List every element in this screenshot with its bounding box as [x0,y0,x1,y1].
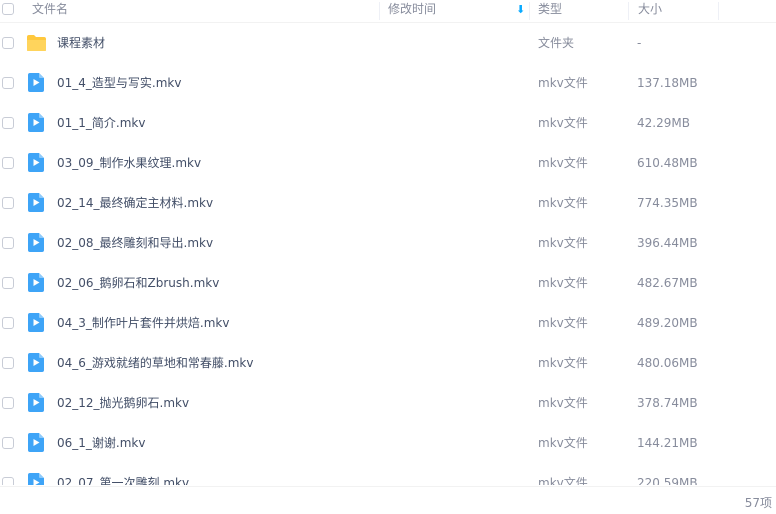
file-type: mkv文件 [538,396,588,410]
file-name[interactable]: 课程素材 [57,35,105,51]
file-row[interactable]: 02_12_抛光鹅卵石.mkv mkv文件 378.74MB [0,383,776,423]
row-checkbox[interactable] [2,277,14,289]
file-type: mkv文件 [538,236,588,250]
file-size: - [637,36,642,50]
file-row[interactable]: 02_08_最终雕刻和导出.mkv mkv文件 396.44MB [0,223,776,263]
file-size: 489.20MB [637,316,698,330]
row-checkbox[interactable] [2,437,14,449]
row-checkbox[interactable] [2,37,14,49]
file-row[interactable]: 课程素材 文件夹 - [0,23,776,63]
file-row[interactable]: 04_3_制作叶片套件并烘焙.mkv mkv文件 489.20MB [0,303,776,343]
row-checkbox[interactable] [2,197,14,209]
file-row[interactable]: 04_6_游戏就绪的草地和常春藤.mkv mkv文件 480.06MB [0,343,776,383]
file-size: 378.74MB [637,396,698,410]
file-size: 482.67MB [637,276,698,290]
video-file-icon [28,433,44,452]
file-name[interactable]: 02_14_最终确定主材料.mkv [57,195,213,211]
file-type: mkv文件 [538,196,588,210]
file-size: 144.21MB [637,436,698,450]
file-type: mkv文件 [538,116,588,130]
file-name[interactable]: 01_1_简介.mkv [57,115,145,131]
file-name[interactable]: 04_3_制作叶片套件并烘焙.mkv [57,315,229,331]
file-row[interactable]: 06_1_谢谢.mkv mkv文件 144.21MB [0,423,776,463]
folder-icon [26,34,47,52]
file-row[interactable]: 01_1_简介.mkv mkv文件 42.29MB [0,103,776,143]
file-list-header: 文件名 修改时间 ⬇ 类型 大小 [0,0,776,23]
file-type: mkv文件 [538,356,588,370]
file-type: mkv文件 [538,76,588,90]
file-type: mkv文件 [538,276,588,290]
file-size: 610.48MB [637,156,698,170]
file-name[interactable]: 03_09_制作水果纹理.mkv [57,155,201,171]
file-row[interactable]: 02_14_最终确定主材料.mkv mkv文件 774.35MB [0,183,776,223]
file-type: 文件夹 [538,36,575,50]
column-header-type[interactable]: 类型 [538,0,562,22]
file-name[interactable]: 06_1_谢谢.mkv [57,435,145,451]
file-type: mkv文件 [538,316,588,330]
file-type: mkv文件 [538,156,588,170]
video-file-icon [28,153,44,172]
file-list: 课程素材 文件夹 - 01_4_造型与写实.mkv mkv文件 137.18MB 01_1_… [0,23,776,485]
file-name[interactable]: 02_06_鹅卵石和Zbrush.mkv [57,275,219,291]
row-checkbox[interactable] [2,397,14,409]
file-size: 480.06MB [637,356,698,370]
video-file-icon [28,113,44,132]
file-size: 220.59MB [637,476,698,485]
file-size: 774.35MB [637,196,698,210]
video-file-icon [28,393,44,412]
file-row[interactable]: 01_4_造型与写实.mkv mkv文件 137.18MB [0,63,776,103]
row-checkbox[interactable] [2,77,14,89]
file-row[interactable]: 03_09_制作水果纹理.mkv mkv文件 610.48MB [0,143,776,183]
file-name[interactable]: 02_12_抛光鹅卵石.mkv [57,395,189,411]
column-divider[interactable] [718,2,719,20]
column-header-name[interactable]: 文件名 [32,0,68,22]
video-file-icon [28,73,44,92]
video-file-icon [28,313,44,332]
file-name[interactable]: 02_07_第一次雕刻.mkv [57,475,189,485]
file-row[interactable]: 02_06_鹅卵石和Zbrush.mkv mkv文件 482.67MB [0,263,776,303]
file-size: 137.18MB [637,76,698,90]
file-name[interactable]: 04_6_游戏就绪的草地和常春藤.mkv [57,355,253,371]
row-checkbox[interactable] [2,477,14,485]
video-file-icon [28,193,44,212]
file-name[interactable]: 02_08_最终雕刻和导出.mkv [57,235,213,251]
row-checkbox[interactable] [2,117,14,129]
column-divider[interactable] [529,2,530,20]
file-row[interactable]: 02_07_第一次雕刻.mkv mkv文件 220.59MB [0,463,776,485]
row-checkbox[interactable] [2,237,14,249]
file-size: 42.29MB [637,116,690,130]
status-bar: 57项 [0,486,776,514]
row-checkbox[interactable] [2,357,14,369]
column-header-size[interactable]: 大小 [638,0,662,22]
video-file-icon [28,353,44,372]
row-checkbox[interactable] [2,317,14,329]
item-count: 57项 [744,496,772,510]
file-name[interactable]: 01_4_造型与写实.mkv [57,75,181,91]
select-all-checkbox[interactable] [2,3,14,15]
file-size: 396.44MB [637,236,698,250]
video-file-icon [28,473,44,485]
file-type: mkv文件 [538,476,588,485]
file-type: mkv文件 [538,436,588,450]
column-divider[interactable] [628,2,629,20]
video-file-icon [28,273,44,292]
video-file-icon [28,233,44,252]
row-checkbox[interactable] [2,157,14,169]
column-header-modified[interactable]: 修改时间 [388,0,436,22]
column-divider[interactable] [379,2,380,20]
sort-descending-icon[interactable]: ⬇ [516,3,525,16]
